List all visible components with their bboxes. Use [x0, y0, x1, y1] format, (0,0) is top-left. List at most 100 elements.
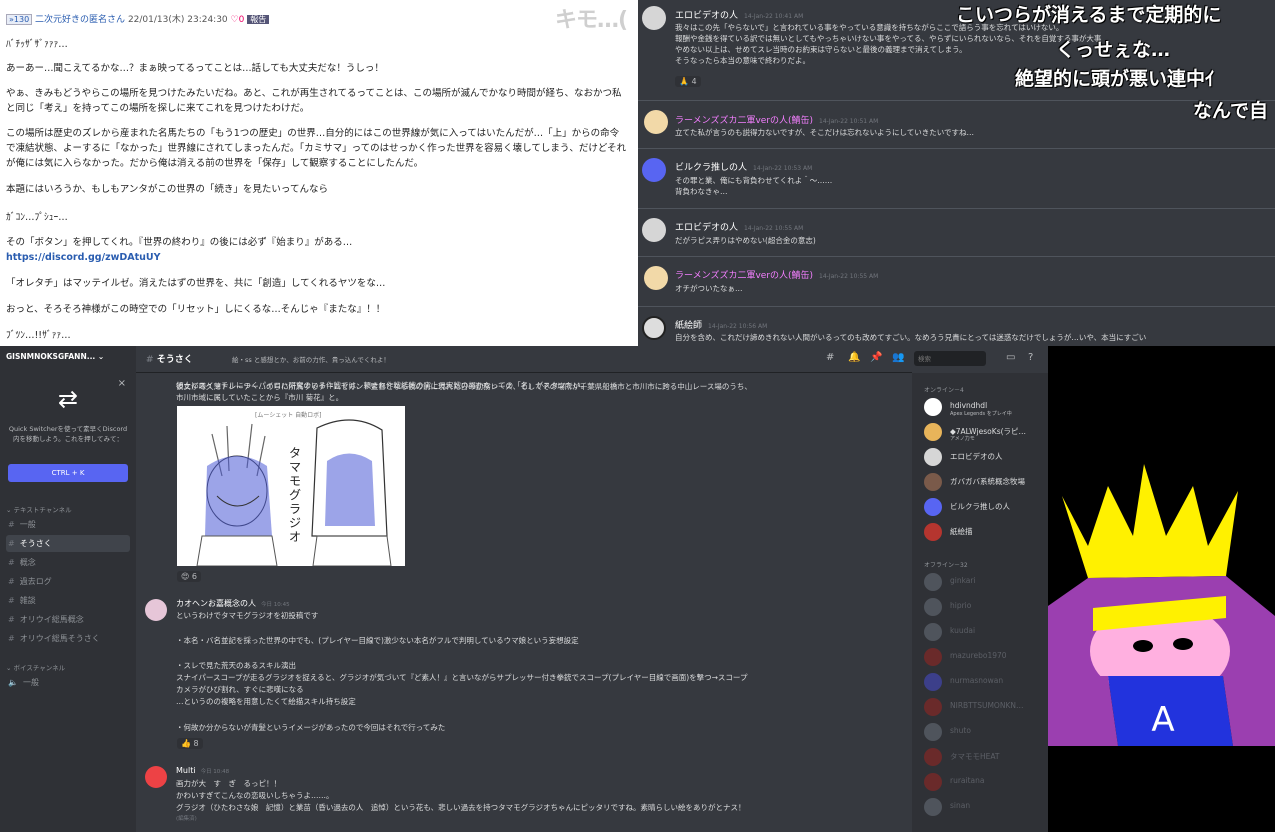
message-line: カメラがひび割れ、すぐに悲嘆になる: [176, 685, 304, 694]
reaction-pray[interactable]: 🙏 4: [675, 76, 701, 87]
message-timestamp: 14-Jan-22 10:51 AM: [819, 118, 879, 125]
discord-invite-link[interactable]: https://discord.gg/zwDAtuUY: [6, 250, 628, 265]
avatar[interactable]: [145, 766, 167, 788]
message-author[interactable]: ビルクラ推しの人 14-Jan-22 10:53 AM: [675, 160, 812, 173]
channel-header: # そうさく 絵・ss と感想とか、お前の力作、貴っ込んでくれよ！ # 🔔 📌 …: [136, 346, 1033, 373]
divider: [638, 306, 1275, 307]
inbox-icon[interactable]: ▭: [1006, 352, 1015, 363]
pixel-art-drawing: A: [1048, 464, 1275, 746]
member-item[interactable]: shuto: [924, 723, 1048, 743]
quick-switcher-tip: × ⇄ Quick Switcherを使って素早くDiscord内を移動しよう。…: [6, 378, 130, 488]
member-item[interactable]: mazurebo1970: [924, 648, 1048, 668]
offline-header: オフライン－32: [924, 562, 968, 569]
like-count[interactable]: ♡0: [231, 15, 245, 25]
voice-channel-general[interactable]: 🔈 一般: [6, 674, 130, 691]
message-line: ・スレで見た荒天のあるスキル演出: [176, 661, 296, 670]
message-timestamp: 14-Jan-22 10:55 AM: [744, 225, 804, 232]
channel-general[interactable]: # 一般: [6, 516, 130, 533]
reaction-thumbs-up[interactable]: 👍 8: [177, 738, 203, 749]
avatar: [924, 698, 942, 716]
post-line: あーあー…聞こえてるかな…？まぁ映ってるってことは…話しても大丈夫だな！うしっ！: [6, 63, 384, 74]
message-author[interactable]: エロビデオの人 14-Jan-22 10:55 AM: [675, 220, 803, 233]
nico-comment-overlay: くっせぇな…: [1056, 39, 1171, 61]
hash-icon: #: [8, 539, 15, 548]
divider: [638, 148, 1275, 149]
help-icon[interactable]: ?: [1028, 352, 1033, 363]
threads-icon[interactable]: #: [826, 352, 834, 363]
avatar[interactable]: [145, 599, 167, 621]
quick-switcher-text: Quick Switcherを使って素早くDiscord内を移動しよう。これを押…: [8, 425, 128, 443]
avatar[interactable]: [642, 316, 666, 340]
chevron-down-icon[interactable]: ⌄: [98, 352, 104, 361]
member-item[interactable]: ビルクラ推しの人: [924, 498, 1048, 518]
message-timestamp: 14-Jan-22 10:53 AM: [753, 165, 813, 172]
message-line: グラジオ（ひたわさな娘 記憶）と業苗（昏い過去の人 追悼）という花も、悲しい過去…: [176, 803, 746, 812]
member-item[interactable]: ruraitana: [924, 773, 1048, 793]
member-item[interactable]: タマモモHEAT: [924, 748, 1048, 768]
message-author[interactable]: Multi 今日 10:48: [176, 766, 229, 775]
avatar[interactable]: [644, 110, 668, 134]
avatar[interactable]: [642, 6, 666, 30]
quick-switcher-button[interactable]: CTRL + K: [8, 464, 128, 482]
avatar: [924, 573, 942, 591]
message-line: というわけでタマモグラジオを初投稿です: [176, 611, 319, 620]
member-item[interactable]: 紙絵描: [924, 523, 1048, 543]
channel-gainen[interactable]: # 概念: [6, 554, 130, 571]
member-item[interactable]: sinan: [924, 798, 1048, 818]
robe-letter: A: [1151, 700, 1174, 740]
message-author[interactable]: エロビデオの人 14-Jan-22 10:41 AM: [675, 8, 803, 21]
channel-oc-gainen[interactable]: # オリウイ総馬概念: [6, 611, 130, 628]
avatar[interactable]: [642, 218, 666, 242]
nico-comment-overlay: キモ…(: [555, 8, 628, 33]
message-author[interactable]: ラーメンズズカ二軍verの人(鯖缶) 14-Jan-22 10:51 AM: [675, 113, 878, 126]
speaker-icon: 🔈: [8, 678, 18, 687]
forum-post: »130 二次元好きの匿名さん 22/01/13(木) 23:24:30 ♡0 …: [0, 0, 638, 346]
post-line: 本題にはいろうか、もしもアンタがこの世界の「続き」を見たいってんなら: [6, 184, 328, 195]
channel-zatsudan[interactable]: # 雑談: [6, 592, 130, 609]
message-line: そうなったら本当の意味で終わりだよ。: [675, 56, 810, 65]
avatar[interactable]: [642, 158, 666, 182]
member-item[interactable]: ガバガバ系統概念牧場: [924, 473, 1048, 493]
avatar[interactable]: [644, 266, 668, 290]
channel-archive-log[interactable]: # 過去ログ: [6, 573, 130, 590]
message-author[interactable]: ラーメンズズカ二軍verの人(鯖缶) 14-Jan-22 10:55 AM: [675, 268, 878, 281]
avatar: [924, 648, 942, 666]
channel-sousaku[interactable]: # そうさく: [6, 535, 130, 552]
member-item[interactable]: NIRBTTSUMONKN…: [924, 698, 1048, 718]
member-item[interactable]: nurmasnowan: [924, 673, 1048, 693]
member-item[interactable]: ginkari: [924, 573, 1048, 593]
member-item[interactable]: エロビデオの人: [924, 448, 1048, 468]
message-line: 立てた私が言うのも説得力ないですが、そこだけは忘れないようにしていきたいですね…: [675, 128, 975, 137]
message-author[interactable]: カオヘンお嘉概念の人 今日 10:45: [176, 598, 290, 609]
server-name[interactable]: GISNMNOKSGFANN... ⌄: [6, 352, 104, 361]
message-author[interactable]: 紙絵師 14-Jan-22 10:56 AM: [675, 318, 767, 331]
category-text-channels[interactable]: ⌄ テキストチャンネル: [6, 504, 72, 514]
member-item[interactable]: hdivndhdl Apex Legends をプレイ中: [924, 398, 1048, 418]
member-item[interactable]: ◆7ALWjesoKs(ラピ… アメノ力モ: [924, 423, 1048, 443]
bell-icon[interactable]: 🔔: [848, 352, 860, 363]
nico-comment-overlay: こいつらが消えるまで定期的に: [956, 4, 1222, 26]
message-timestamp: 14-Jan-22 10:56 AM: [708, 323, 768, 330]
avatar: [924, 798, 942, 816]
close-icon[interactable]: ×: [118, 378, 126, 389]
pin-icon[interactable]: 📌: [870, 352, 882, 363]
message-line: 画力が大 す ぎ るっピ！！: [176, 779, 281, 788]
member-list: オンライン－4 hdivndhdl Apex Legends をプレイ中 ◆7AL…: [912, 373, 1048, 832]
category-voice-channels[interactable]: ⌄ ボイスチャンネル: [6, 662, 65, 672]
reaction-heart-eyes[interactable]: 😍 6: [177, 571, 201, 582]
hash-icon: #: [8, 558, 15, 567]
member-item[interactable]: hiprio: [924, 598, 1048, 618]
res-number[interactable]: »130: [6, 14, 33, 25]
member-item[interactable]: kuudai: [924, 623, 1048, 643]
sketch-image[interactable]: [ムーシェット 自動ロボ] タマモ グラジオ: [177, 406, 405, 566]
divider: [638, 100, 1275, 101]
report-button[interactable]: 報告: [247, 15, 270, 24]
hash-icon: #: [146, 355, 157, 365]
channel-oc-sousaku[interactable]: # オリウイ総馬そうさく: [6, 630, 130, 647]
message-line: …というのの複略を用意したくて絵描スキル持ち設定: [176, 697, 356, 706]
members-icon[interactable]: 👥: [892, 352, 904, 363]
divider: [638, 256, 1275, 257]
message-line: スナイパースコープが走るグラジオを捉えると、グラジオが気づいて『ど素人！』と言い…: [176, 673, 748, 682]
search-input[interactable]: [914, 351, 986, 366]
avatar: [924, 623, 942, 641]
